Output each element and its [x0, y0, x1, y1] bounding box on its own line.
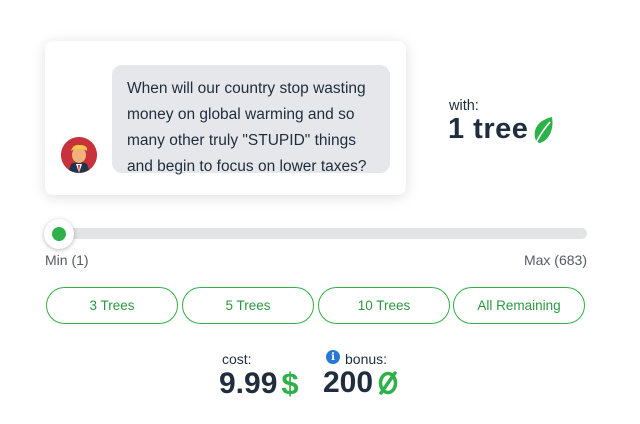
tweet-card: When will our country stop wasting money…	[45, 41, 406, 195]
cost-amount: 9.99	[219, 367, 278, 400]
all-remaining-button[interactable]: All Remaining	[453, 287, 585, 324]
green-slashed-zero-currency-icon	[377, 370, 399, 396]
five-trees-button[interactable]: 5 Trees	[182, 287, 314, 324]
bonus-amount: 200	[323, 366, 374, 399]
cost-value: 9.99 $	[219, 366, 299, 402]
info-icon[interactable]: i	[326, 350, 340, 364]
leaf-icon	[531, 116, 555, 146]
tweet-text: When will our country stop wasting money…	[112, 65, 390, 175]
ten-trees-button[interactable]: 10 Trees	[318, 287, 450, 324]
dollar-icon: $	[281, 366, 299, 401]
bonus-value: 200	[323, 366, 399, 400]
avatar	[61, 137, 97, 173]
slider-max-label: Max (683)	[523, 252, 587, 268]
three-trees-button[interactable]: 3 Trees	[46, 287, 178, 324]
cost-label: cost:	[222, 351, 252, 367]
tree-count: 1 tree	[448, 113, 555, 146]
tree-slider-track[interactable]	[46, 228, 587, 239]
bonus-label: bonus:	[345, 351, 388, 367]
tree-count-text: 1 tree	[448, 113, 529, 145]
tree-slider-thumb[interactable]	[44, 219, 74, 249]
with-label: with:	[449, 98, 479, 114]
slider-min-label: Min (1)	[45, 252, 89, 268]
